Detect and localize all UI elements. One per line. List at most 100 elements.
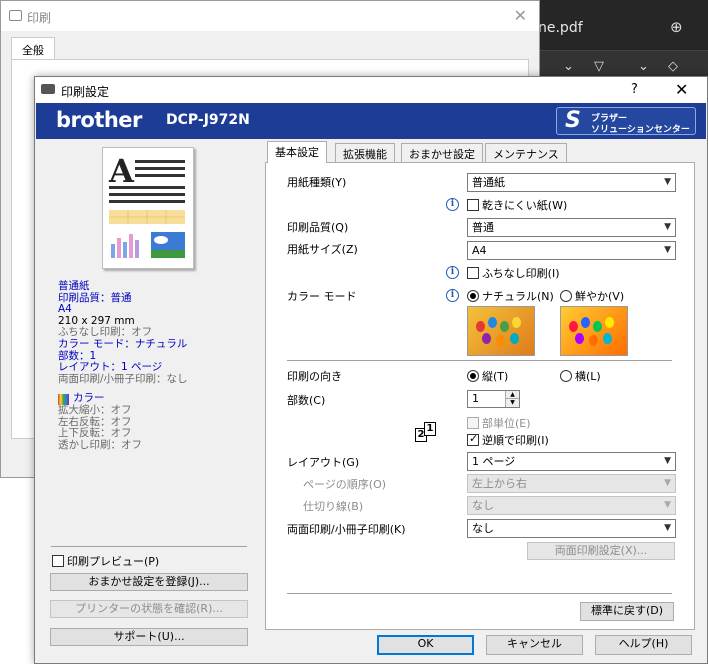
chevron-down-icon: ▼ — [664, 177, 671, 187]
borderless-checkbox[interactable]: ふちなし印刷(I) — [467, 265, 560, 281]
duplex-label: 両面印刷/小冊子印刷(K) — [287, 523, 406, 536]
summary-watermark: 透かし印刷：オフ — [58, 438, 142, 451]
brand-banner: brother DCP-J972N S ブラザー ソリューションセンター — [36, 103, 706, 139]
solutions-center-line2: ソリューションセンター — [591, 125, 690, 135]
media-type-label: 用紙種類(Y) — [287, 176, 347, 189]
border-line-label: 仕切り線(B) — [303, 500, 364, 513]
help-button[interactable]: ヘルプ(H) — [595, 635, 692, 655]
bottom-divider — [287, 593, 672, 594]
color-natural-radio[interactable]: ナチュラル(N) — [467, 288, 554, 304]
chevron-down-icon: ▼ — [664, 478, 671, 488]
color-icon — [58, 393, 69, 405]
solutions-center-icon: S — [565, 108, 581, 133]
page-preview: A — [102, 147, 194, 269]
tab-advanced[interactable]: 拡張機能 — [335, 143, 395, 162]
spin-down-icon[interactable]: ▼ — [505, 399, 519, 407]
border-line-select[interactable]: なし ▼ — [467, 496, 676, 515]
support-button[interactable]: サポート(U)... — [50, 628, 248, 646]
print-preview-box[interactable] — [52, 555, 64, 567]
layout-select[interactable]: 1 ページ ▼ — [467, 452, 676, 471]
landscape-radio[interactable]: 横(L) — [560, 368, 601, 384]
dialog-title: 印刷設定 — [61, 85, 110, 99]
tab-basic[interactable]: 基本設定 — [267, 141, 327, 163]
color-vivid-radio[interactable]: 鮮やか(V) — [560, 288, 624, 304]
dialog-titlebar: 印刷設定 ? ✕ — [35, 77, 707, 103]
cancel-button[interactable]: キャンセル — [486, 635, 583, 655]
highlight-icon[interactable]: ▽ — [594, 59, 604, 74]
color-vivid-dot[interactable] — [560, 290, 572, 302]
quality-select[interactable]: 普通 ▼ — [467, 218, 676, 237]
section-divider — [287, 360, 672, 361]
svg-text:A: A — [108, 152, 135, 190]
new-tab-icon[interactable]: ⊕ — [670, 18, 683, 36]
borderless-label: ふちなし印刷(I) — [482, 267, 560, 280]
info-icon[interactable]: i — [446, 289, 459, 302]
info-icon[interactable]: i — [446, 198, 459, 211]
reverse-order-box[interactable] — [467, 432, 479, 446]
collate-box[interactable] — [467, 417, 479, 429]
page-order-select[interactable]: 左上から右 ▼ — [467, 474, 676, 493]
vivid-sample-image — [560, 306, 628, 356]
color-natural-dot[interactable] — [467, 290, 479, 302]
reverse-order-checkbox[interactable]: 逆順で印刷(I) — [467, 432, 549, 448]
paper-size-value: A4 — [472, 244, 487, 257]
portrait-dot[interactable] — [467, 370, 479, 382]
page-preview-image: A — [108, 152, 185, 258]
page-order-value: 左上から右 — [472, 477, 527, 490]
chevron-down-icon[interactable]: ⌄ — [563, 59, 574, 74]
slow-dry-label: 乾きにくい紙(W) — [482, 199, 568, 212]
duplex-settings-button[interactable]: 両面印刷設定(X)... — [527, 542, 675, 560]
settings-summary: 普通紙 印刷品質：普通 A4 210 x 297 mm ふちなし印刷：オフ カラ… — [58, 280, 258, 451]
copies-spinner[interactable]: 1 ▲ ▼ — [467, 390, 520, 408]
landscape-dot[interactable] — [560, 370, 572, 382]
save-settings-button[interactable]: おまかせ設定を登録(J)... — [50, 573, 248, 591]
layout-value: 1 ページ — [472, 455, 516, 468]
slow-dry-box[interactable] — [467, 199, 479, 211]
chevron-down-icon[interactable]: ⌄ — [638, 59, 649, 74]
print-preview-checkbox[interactable]: 印刷プレビュー(P) — [52, 553, 159, 569]
tab-presets[interactable]: おまかせ設定 — [401, 143, 483, 162]
back-titlebar: 印刷 ✕ — [1, 1, 539, 31]
summary-layout: レイアウト：1 ページ — [58, 361, 163, 374]
color-mode-label: カラー モード — [287, 290, 357, 303]
collate-checkbox[interactable]: 部単位(E) — [467, 415, 531, 431]
landscape-label: 横(L) — [575, 370, 601, 383]
pdf-tab-title[interactable]: ne.pdf — [538, 20, 583, 36]
reverse-order-label: 逆順で印刷(I) — [482, 434, 549, 447]
printer-status-button[interactable]: プリンターの状態を確認(R)... — [50, 600, 248, 618]
copies-label: 部数(C) — [287, 394, 326, 407]
printer-icon — [9, 10, 22, 21]
natural-sample-image — [467, 306, 535, 356]
printer-icon — [41, 84, 55, 94]
tab-maintenance[interactable]: メンテナンス — [485, 143, 567, 162]
chevron-down-icon: ▼ — [664, 456, 671, 466]
media-type-select[interactable]: 普通紙 ▼ — [467, 173, 676, 192]
paper-size-select[interactable]: A4 ▼ — [467, 241, 676, 260]
collate-icon: 2 1 — [415, 422, 439, 442]
info-icon[interactable]: i — [446, 266, 459, 279]
restore-defaults-button[interactable]: 標準に戻す(D) — [580, 602, 674, 621]
borderless-box[interactable] — [467, 267, 479, 279]
close-icon[interactable]: ✕ — [514, 6, 527, 25]
solutions-center-button[interactable]: S ブラザー ソリューションセンター — [556, 107, 696, 135]
back-window-title: 印刷 — [27, 11, 52, 25]
slow-dry-checkbox[interactable]: 乾きにくい紙(W) — [467, 197, 567, 213]
media-type-value: 普通紙 — [472, 176, 505, 189]
duplex-select[interactable]: なし ▼ — [467, 519, 676, 538]
print-preview-label: 印刷プレビュー(P) — [67, 555, 160, 568]
chevron-down-icon: ▼ — [664, 245, 671, 255]
eraser-icon[interactable]: ◇ — [668, 59, 678, 74]
close-icon[interactable]: ✕ — [675, 80, 688, 99]
summary-media: 普通紙 — [58, 280, 90, 292]
page-order-label: ページの順序(O) — [303, 478, 387, 491]
chevron-down-icon: ▼ — [664, 222, 671, 232]
spin-up-icon[interactable]: ▲ — [505, 391, 519, 399]
portrait-radio[interactable]: 縦(T) — [467, 368, 508, 384]
chevron-down-icon: ▼ — [664, 500, 671, 510]
chevron-down-icon: ▼ — [664, 523, 671, 533]
print-settings-dialog: 印刷設定 ? ✕ brother DCP-J972N S ブラザー ソリューショ… — [34, 76, 708, 664]
summary-scaling: 拡大縮小：オフ — [58, 403, 132, 416]
help-icon[interactable]: ? — [631, 82, 638, 97]
ok-button[interactable]: OK — [377, 635, 474, 655]
orientation-label: 印刷の向き — [287, 370, 342, 383]
